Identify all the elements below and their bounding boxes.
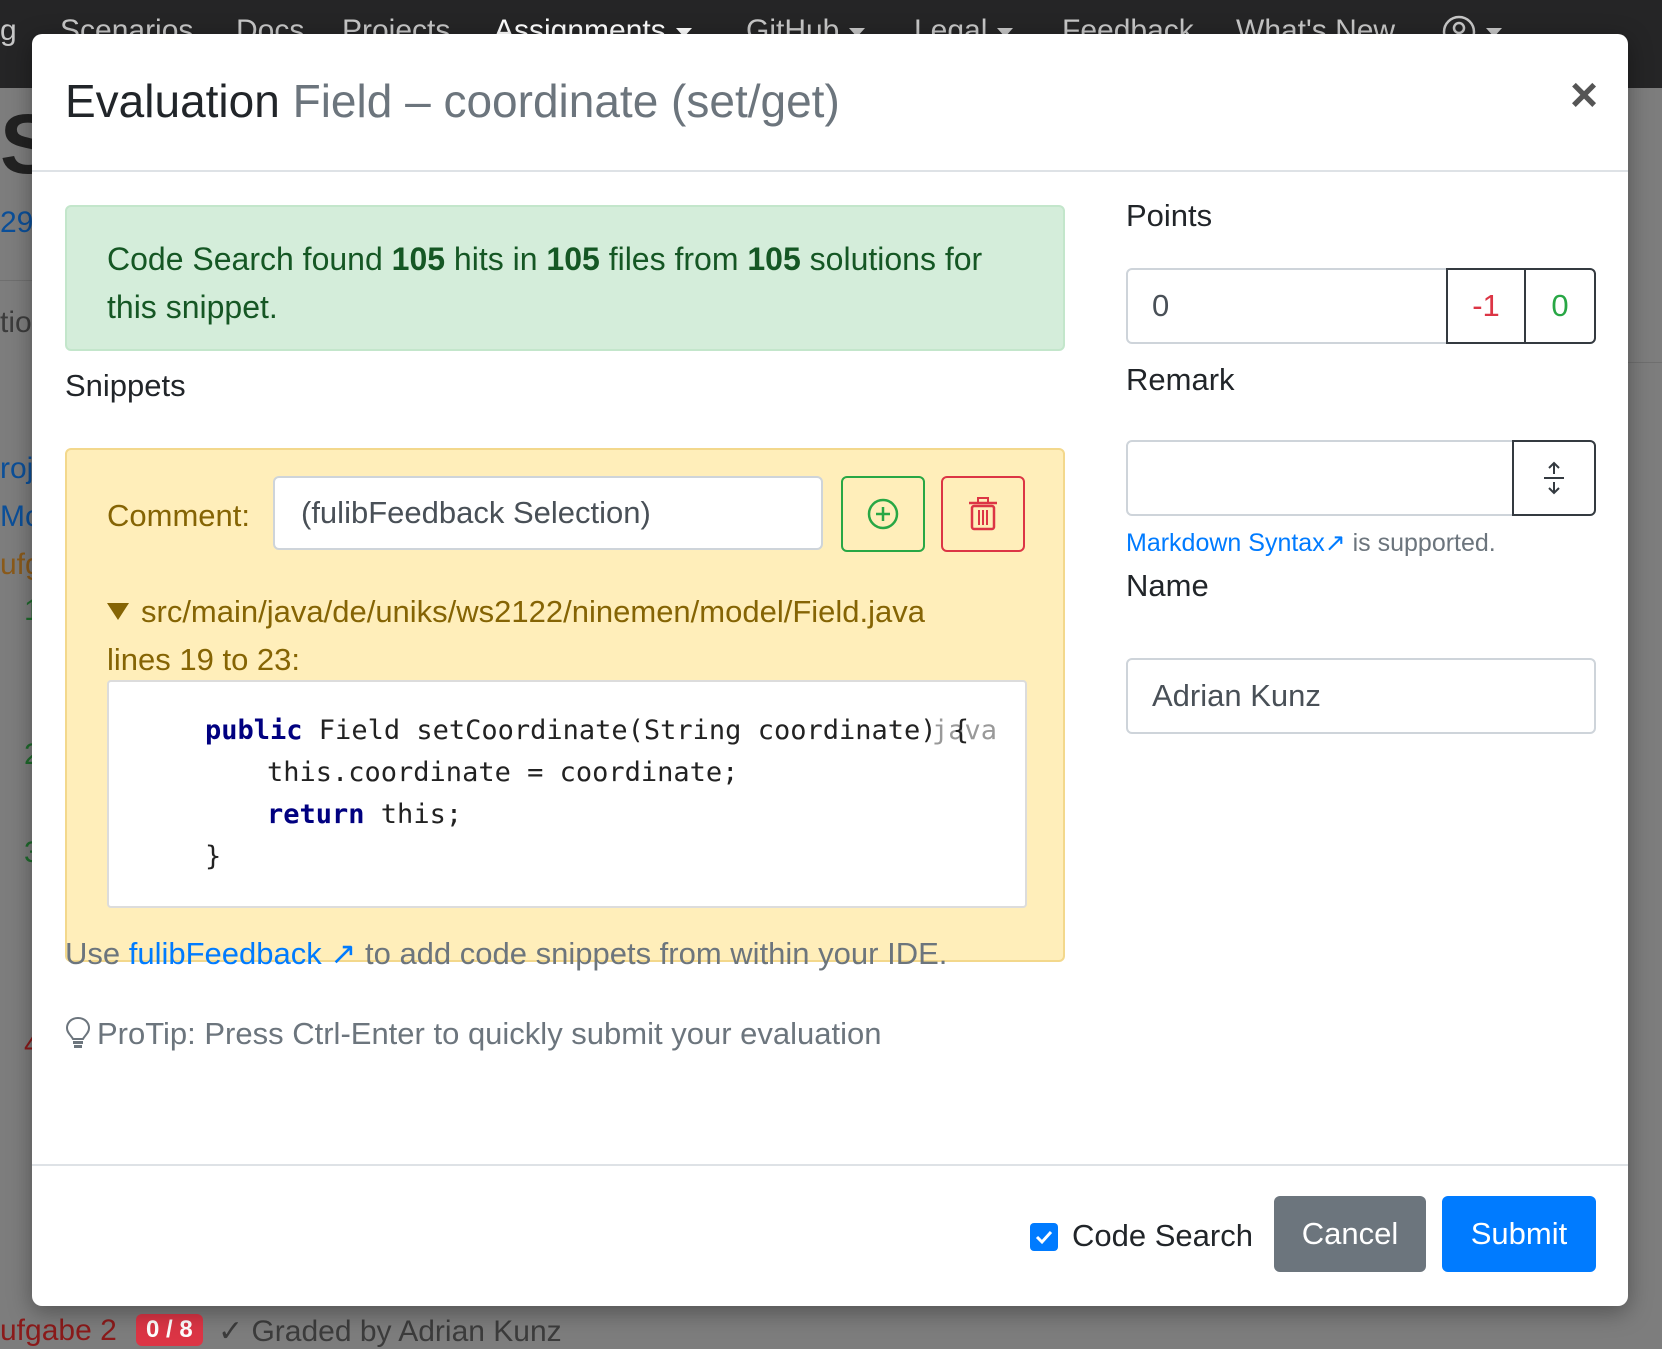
- code-line: }: [205, 841, 222, 872]
- tab-fragment[interactable]: tio: [0, 306, 32, 340]
- code-line: this.coordinate = coordinate;: [267, 757, 739, 788]
- add-snippet-button[interactable]: [841, 476, 925, 552]
- graded-status: ✓ Graded by Adrian Kunz: [218, 1315, 562, 1348]
- points-minus-one-button[interactable]: -1: [1446, 268, 1526, 344]
- code-line: public Field setCoordinate(String coordi…: [205, 715, 970, 746]
- submit-button[interactable]: Submit: [1442, 1196, 1596, 1272]
- hits-count: 105: [391, 241, 446, 277]
- plus-circle-icon: [867, 498, 899, 530]
- remark-input[interactable]: [1126, 440, 1514, 516]
- snippet-file-toggle[interactable]: src/main/java/de/uniks/ws2122/ninemen/mo…: [107, 588, 1027, 684]
- snippet-card: Comment: src/main/java/de/uniks/ws2122/n…: [65, 448, 1065, 962]
- points-badge: 0 / 8: [136, 1314, 203, 1346]
- points-input-group: 0 -1 0: [1126, 268, 1596, 344]
- snippet-file-path: src/main/java/de/uniks/ws2122/ninemen/mo…: [141, 594, 926, 629]
- remark-input-group: [1126, 440, 1596, 516]
- points-label: Points: [1126, 198, 1213, 233]
- link-fragment[interactable]: 29: [0, 206, 33, 240]
- points-zero-button[interactable]: 0: [1524, 268, 1596, 344]
- cancel-button[interactable]: Cancel: [1274, 1196, 1426, 1272]
- markdown-syntax-link[interactable]: Markdown Syntax↗: [1126, 529, 1346, 557]
- code-search-checkbox[interactable]: [1030, 1223, 1058, 1251]
- delete-snippet-button[interactable]: [941, 476, 1025, 552]
- list-item-fragment[interactable]: roj: [0, 452, 33, 486]
- expand-remark-button[interactable]: [1512, 440, 1596, 516]
- task-fragment[interactable]: ufgabe 2: [0, 1314, 117, 1348]
- comment-label: Comment:: [107, 498, 250, 533]
- snippets-label: Snippets: [65, 368, 186, 403]
- triangle-down-icon: [107, 603, 129, 620]
- solutions-count: 105: [747, 241, 801, 277]
- markdown-help: Markdown Syntax↗ is supported.: [1126, 529, 1496, 557]
- modal-title: Evaluation Field – coordinate (set/get): [65, 74, 840, 128]
- code-block: java public Field setCoordinate(String c…: [107, 680, 1027, 908]
- comment-input[interactable]: [273, 476, 823, 550]
- code-search-alert: Code Search found 105 hits in 105 files …: [65, 205, 1065, 351]
- fulib-feedback-link[interactable]: fulibFeedback ↗: [129, 936, 357, 971]
- modal-header: Evaluation Field – coordinate (set/get) …: [32, 34, 1628, 172]
- divider: [1628, 362, 1662, 363]
- protip: ProTip: Press Ctrl-Enter to quickly subm…: [65, 1016, 881, 1052]
- modal-footer: Code Search Cancel Submit: [32, 1164, 1628, 1306]
- expand-vertical-icon: [1544, 461, 1564, 495]
- close-button[interactable]: ×: [1570, 72, 1598, 120]
- modal-title-prefix: Evaluation: [65, 75, 280, 127]
- evaluation-modal: Evaluation Field – coordinate (set/get) …: [32, 34, 1628, 1306]
- snippet-lines: lines 19 to 23:: [107, 642, 301, 677]
- code-line: return this;: [267, 799, 463, 830]
- name-input[interactable]: Adrian Kunz: [1126, 658, 1596, 734]
- divider: [0, 280, 32, 281]
- nav-brand-fragment[interactable]: g: [0, 14, 17, 48]
- fulib-feedback-hint: Use fulibFeedback ↗ to add code snippets…: [65, 936, 948, 971]
- checkmark-icon: [1035, 1230, 1053, 1245]
- points-input[interactable]: 0: [1126, 268, 1448, 344]
- code-search-label[interactable]: Code Search: [1072, 1218, 1253, 1254]
- modal-title-task: Field – coordinate (set/get): [292, 75, 840, 127]
- trash-icon: [969, 497, 997, 531]
- lightbulb-icon: [65, 1016, 91, 1048]
- files-count: 105: [546, 241, 600, 277]
- remark-label: Remark: [1126, 362, 1235, 397]
- name-label: Name: [1126, 568, 1209, 603]
